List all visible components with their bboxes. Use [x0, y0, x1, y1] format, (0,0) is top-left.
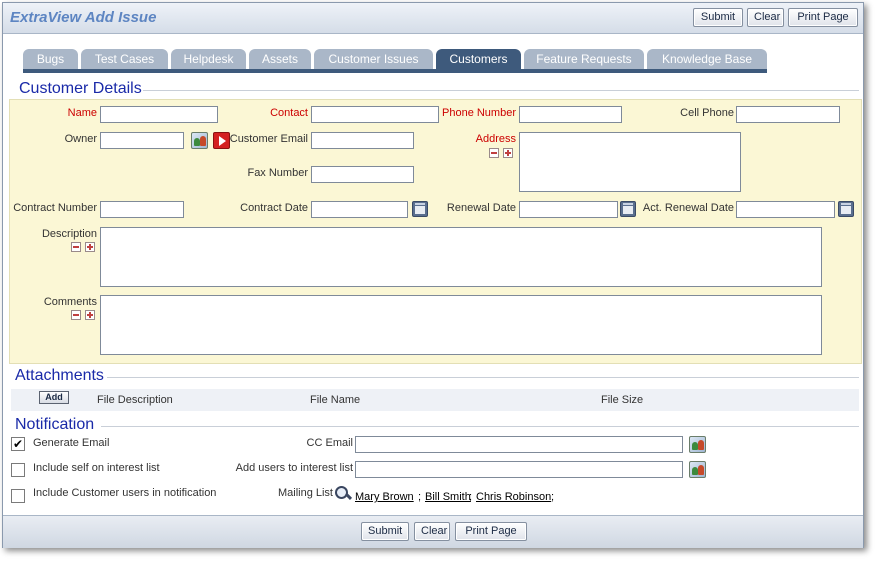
contact-label: Contact: [270, 107, 308, 119]
tab-underline: [23, 69, 767, 73]
comments-label: Comments: [43, 296, 97, 308]
contact-input[interactable]: [311, 106, 439, 123]
include-customer-users-label: Include Customer users in notification: [33, 487, 217, 499]
notification-title: Notification: [15, 416, 95, 433]
fax-number-input[interactable]: [311, 166, 414, 183]
description-minus-icon[interactable]: [71, 242, 81, 252]
submit-button-bottom[interactable]: Submit: [361, 522, 409, 541]
contract-date-label: Contract Date: [240, 202, 308, 214]
fax-number-label: Fax Number: [247, 167, 308, 179]
add-users-picker-icon[interactable]: [689, 461, 706, 478]
clear-button-bottom[interactable]: Clear: [414, 522, 450, 541]
print-page-button-top[interactable]: Print Page: [788, 8, 858, 27]
footer-bar: Submit Clear Print Page: [3, 515, 863, 548]
address-plus-icon[interactable]: [503, 148, 513, 158]
comments-plus-icon[interactable]: [85, 310, 95, 320]
name-input[interactable]: [100, 106, 218, 123]
description-label: Description: [41, 228, 97, 240]
cc-email-user-picker-icon[interactable]: [689, 436, 706, 453]
mailing-list-link-chris-robinson[interactable]: Chris Robinson: [476, 491, 551, 503]
comments-minus-icon[interactable]: [71, 310, 81, 320]
customer-email-input[interactable]: [311, 132, 414, 149]
act-renewal-date-input[interactable]: [736, 201, 835, 218]
cell-phone-label: Cell Phone: [680, 107, 734, 119]
contract-date-calendar-icon[interactable]: [412, 201, 428, 217]
customer-details-panel: Name Contact Phone Number Cell Phone Own…: [9, 99, 862, 364]
description-plus-icon[interactable]: [85, 242, 95, 252]
mailing-list-label: Mailing List: [277, 487, 333, 499]
generate-email-label: Generate Email: [33, 437, 110, 449]
phone-number-input[interactable]: [519, 106, 622, 123]
include-self-label: Include self on interest list: [33, 462, 160, 474]
include-customer-users-checkbox[interactable]: [11, 489, 25, 503]
title-bar: ExtraView Add Issue Submit Clear Print P…: [3, 3, 863, 34]
generate-email-checkbox[interactable]: ✔: [11, 437, 25, 451]
address-minus-icon[interactable]: [489, 148, 499, 158]
cc-email-label: CC Email: [306, 437, 353, 449]
comments-textarea[interactable]: [100, 295, 822, 355]
column-file-name: File Name: [310, 394, 361, 406]
tab-knowledge-base[interactable]: Knowledge Base: [647, 49, 767, 69]
name-label: Name: [67, 107, 97, 119]
add-users-input[interactable]: [355, 461, 683, 478]
tab-bugs[interactable]: Bugs: [23, 49, 78, 69]
mailing-list-separator: ;: [418, 491, 422, 503]
goto-arrow-icon[interactable]: [213, 132, 230, 149]
include-self-checkbox[interactable]: [11, 463, 25, 477]
cc-email-input[interactable]: [355, 436, 683, 453]
mailing-list-separator: ;: [551, 491, 555, 503]
address-label: Address: [475, 133, 516, 145]
mailing-list-separator: ;: [469, 491, 473, 503]
customer-email-label: Customer Email: [229, 133, 308, 145]
cell-phone-input[interactable]: [736, 106, 840, 123]
tab-customers[interactable]: Customers: [436, 49, 521, 69]
address-textarea[interactable]: [519, 132, 741, 192]
column-file-size: File Size: [601, 394, 644, 406]
customer-details-title: Customer Details: [19, 80, 142, 97]
owner-input[interactable]: [100, 132, 184, 149]
tab-helpdesk[interactable]: Helpdesk: [171, 49, 246, 69]
renewal-date-label: Renewal Date: [446, 202, 516, 214]
add-attachment-button[interactable]: Add: [39, 391, 69, 404]
user-picker-icon[interactable]: [191, 132, 208, 149]
act-renewal-date-label: Act. Renewal Date: [642, 202, 734, 214]
section-divider: [107, 377, 859, 378]
contract-date-input[interactable]: [311, 201, 408, 218]
contract-number-label: Contract Number: [13, 202, 97, 214]
attachments-header-row: Add File Description File Name File Size: [11, 389, 859, 411]
renewal-date-input[interactable]: [519, 201, 618, 218]
print-page-button-bottom[interactable]: Print Page: [455, 522, 527, 541]
renewal-date-calendar-icon[interactable]: [620, 201, 636, 217]
search-icon[interactable]: [334, 485, 351, 502]
mailing-list-link-bill-smith[interactable]: Bill Smith: [425, 491, 471, 503]
tab-assets[interactable]: Assets: [249, 49, 311, 69]
add-users-label: Add users to interest list: [235, 462, 353, 474]
tab-customer-issues[interactable]: Customer Issues: [314, 49, 433, 69]
contract-number-input[interactable]: [100, 201, 184, 218]
attachments-title: Attachments: [15, 367, 104, 384]
section-divider: [101, 426, 859, 427]
act-renewal-date-calendar-icon[interactable]: [838, 201, 854, 217]
tab-test-cases[interactable]: Test Cases: [81, 49, 168, 69]
section-divider: [143, 90, 859, 91]
column-file-description: File Description: [97, 394, 173, 406]
page-title: ExtraView Add Issue: [10, 9, 157, 26]
main-window: ExtraView Add Issue Submit Clear Print P…: [2, 2, 864, 548]
submit-button-top[interactable]: Submit: [693, 8, 743, 27]
mailing-list-link-mary-brown[interactable]: Mary Brown: [355, 491, 414, 503]
description-textarea[interactable]: [100, 227, 822, 287]
phone-number-label: Phone Number: [442, 107, 516, 119]
tab-feature-requests[interactable]: Feature Requests: [524, 49, 644, 69]
owner-label: Owner: [64, 133, 97, 145]
clear-button-top[interactable]: Clear: [747, 8, 784, 27]
